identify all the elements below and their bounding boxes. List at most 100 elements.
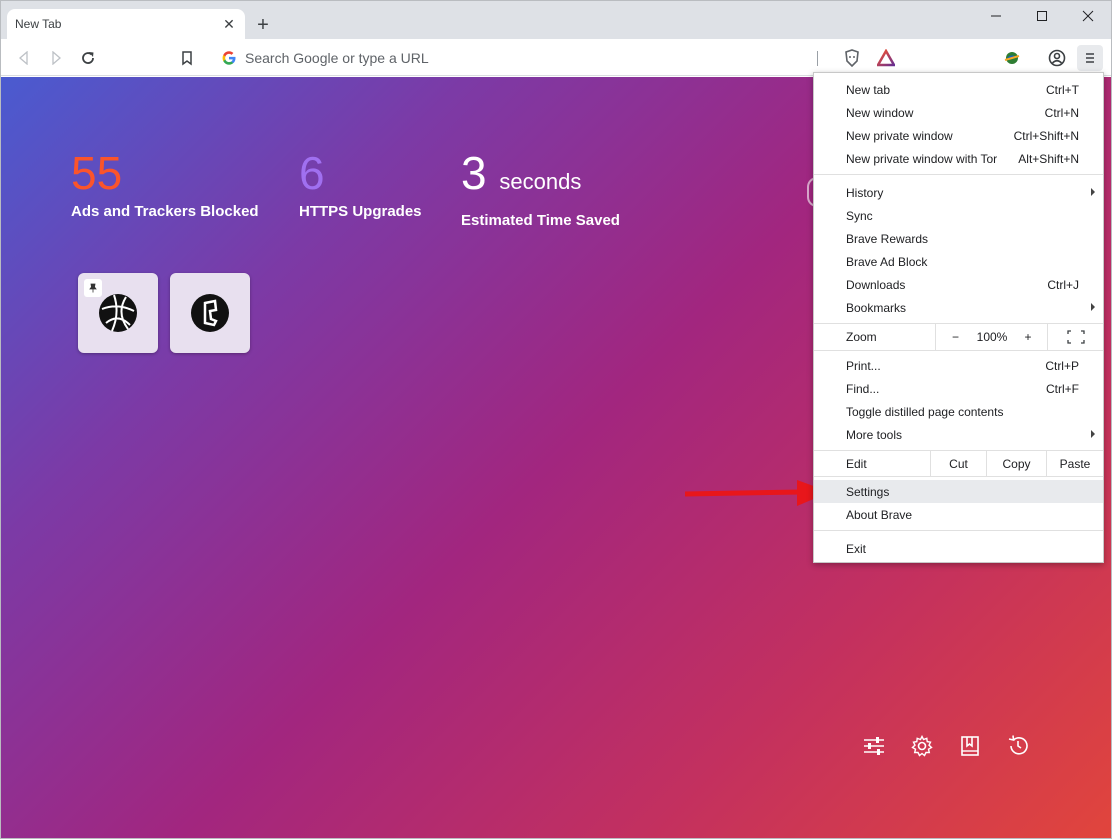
tab-new-tab[interactable]: New Tab ✕ xyxy=(7,9,245,39)
menu-item-label: New private window xyxy=(846,128,953,143)
red-arrow-annotation xyxy=(685,480,830,506)
forward-icon xyxy=(52,51,61,65)
menu-item-bookmarks[interactable]: Bookmarks xyxy=(814,296,1103,319)
menu-item-label: About Brave xyxy=(846,507,913,522)
brave-shields-button[interactable] xyxy=(839,45,865,71)
menu-separator xyxy=(814,350,1103,351)
hamburger-icon xyxy=(1086,53,1094,63)
menu-item-new-private-tor[interactable]: New private window with Tor Alt+Shift+N xyxy=(814,147,1103,170)
menu-item-new-tab[interactable]: New tab Ctrl+T xyxy=(814,78,1103,101)
forward-button[interactable] xyxy=(43,45,69,71)
globe-extension-icon xyxy=(1004,52,1020,64)
menu-item-find[interactable]: Find... Ctrl+F xyxy=(814,377,1103,400)
menu-item-print[interactable]: Print... Ctrl+P xyxy=(814,354,1103,377)
menu-item-label: Bookmarks xyxy=(846,300,907,315)
stat-ads-blocked: 55 Ads and Trackers Blocked xyxy=(71,149,259,220)
omnibox-divider xyxy=(817,51,818,66)
top-site-tile-1[interactable] xyxy=(78,273,158,353)
menu-item-new-window[interactable]: New window Ctrl+N xyxy=(814,101,1103,124)
book-icon xyxy=(961,736,979,756)
menu-separator xyxy=(814,174,1103,175)
zoom-label: Zoom xyxy=(846,330,877,344)
paste-button[interactable]: Paste xyxy=(1046,451,1103,476)
extension-button[interactable] xyxy=(999,45,1025,71)
customize-button[interactable] xyxy=(861,733,887,759)
omnibox-placeholder: Search Google or type a URL xyxy=(245,49,429,66)
submenu-arrow-icon xyxy=(1091,303,1095,311)
menu-item-shortcut: Ctrl+Shift+N xyxy=(1013,128,1079,143)
profile-icon xyxy=(1048,49,1066,67)
menu-item-label: Sync xyxy=(846,208,873,223)
stat-time-unit: seconds xyxy=(499,169,582,194)
stat-ads-value: 55 xyxy=(71,147,123,199)
menu-item-new-private-window[interactable]: New private window Ctrl+Shift+N xyxy=(814,124,1103,147)
menu-button[interactable] xyxy=(1077,45,1103,71)
stat-time-label: Estimated Time Saved xyxy=(461,212,620,229)
maximize-icon xyxy=(1037,11,1047,21)
menu-item-shortcut: Ctrl+P xyxy=(1045,358,1079,373)
back-button[interactable] xyxy=(11,45,37,71)
menu-item-downloads[interactable]: Downloads Ctrl+J xyxy=(814,273,1103,296)
toolbar: Search Google or type a URL xyxy=(1,39,1111,76)
menu-item-label: Settings xyxy=(846,484,890,499)
menu-item-label: Find... xyxy=(846,381,880,396)
close-tab-icon[interactable]: ✕ xyxy=(221,16,237,32)
gear-icon xyxy=(911,735,933,757)
bookmark-icon xyxy=(182,51,192,66)
reload-icon xyxy=(82,52,94,64)
menu-item-label: Exit xyxy=(846,541,867,556)
menu-item-label: More tools xyxy=(846,427,903,442)
stat-time-row: 3 seconds xyxy=(461,149,620,206)
menu-item-brave-rewards[interactable]: Brave Rewards xyxy=(814,227,1103,250)
cut-button[interactable]: Cut xyxy=(930,451,986,476)
menu-item-label: Brave Rewards xyxy=(846,231,929,246)
new-tab-button[interactable]: + xyxy=(251,13,275,37)
menu-item-shortcut: Ctrl+F xyxy=(1046,381,1079,396)
menu-zoom-row: Zoom − 100% + xyxy=(814,324,1103,350)
menu-item-label: New private window with Tor xyxy=(846,151,998,166)
menu-item-brave-ad-block[interactable]: Brave Ad Block xyxy=(814,250,1103,273)
tab-strip: New Tab ✕ + xyxy=(1,1,1111,39)
history-shortcut-button[interactable] xyxy=(1005,733,1031,759)
menu-item-history[interactable]: History xyxy=(814,181,1103,204)
browser-window: New Tab ✕ + Search Google or type a URL … xyxy=(0,0,1112,839)
menu-item-about-brave[interactable]: About Brave xyxy=(814,503,1103,526)
stat-https-label: HTTPS Upgrades xyxy=(299,203,422,220)
brave-rewards-button[interactable] xyxy=(873,45,899,71)
menu-separator xyxy=(814,530,1103,531)
close-window-button[interactable] xyxy=(1065,1,1111,31)
settings-shortcut-button[interactable] xyxy=(909,733,935,759)
stat-ads-label: Ads and Trackers Blocked xyxy=(71,203,259,220)
top-site-tile-2[interactable] xyxy=(170,273,250,353)
reload-button[interactable] xyxy=(75,45,101,71)
bookmark-button[interactable] xyxy=(174,45,200,71)
profile-button[interactable] xyxy=(1044,45,1070,71)
fullscreen-button[interactable] xyxy=(1047,324,1103,350)
menu-item-label: Brave Ad Block xyxy=(846,254,928,269)
minimize-button[interactable] xyxy=(973,1,1019,31)
menu-item-shortcut: Ctrl+N xyxy=(1044,105,1079,120)
stat-https-upgrades: 6 HTTPS Upgrades xyxy=(299,149,422,220)
menu-item-shortcut: Alt+Shift+N xyxy=(1018,151,1079,166)
menu-item-settings[interactable]: Settings xyxy=(814,480,1103,503)
site-logo-icon xyxy=(99,294,137,332)
bookmarks-shortcut-button[interactable] xyxy=(957,733,983,759)
stat-time-saved: 3 seconds Estimated Time Saved xyxy=(461,149,620,229)
pin-icon[interactable] xyxy=(84,279,102,297)
zoom-in-button[interactable]: + xyxy=(1009,324,1047,350)
menu-item-label: Downloads xyxy=(846,277,906,292)
menu-item-more-tools[interactable]: More tools xyxy=(814,423,1103,446)
menu-item-toggle-distilled[interactable]: Toggle distilled page contents xyxy=(814,400,1103,423)
maximize-button[interactable] xyxy=(1019,1,1065,31)
google-icon xyxy=(222,50,236,65)
copy-button[interactable]: Copy xyxy=(986,451,1046,476)
brave-lion-icon xyxy=(845,49,859,67)
menu-item-label: New tab xyxy=(846,82,891,97)
omnibox[interactable]: Search Google or type a URL xyxy=(211,44,907,71)
menu-item-label: New window xyxy=(846,105,914,120)
menu-item-label: Toggle distilled page contents xyxy=(846,404,1004,419)
rewards-triangle-icon xyxy=(877,49,895,67)
menu-item-label: Print... xyxy=(846,358,881,373)
menu-item-sync[interactable]: Sync xyxy=(814,204,1103,227)
menu-item-exit[interactable]: Exit xyxy=(814,537,1103,560)
